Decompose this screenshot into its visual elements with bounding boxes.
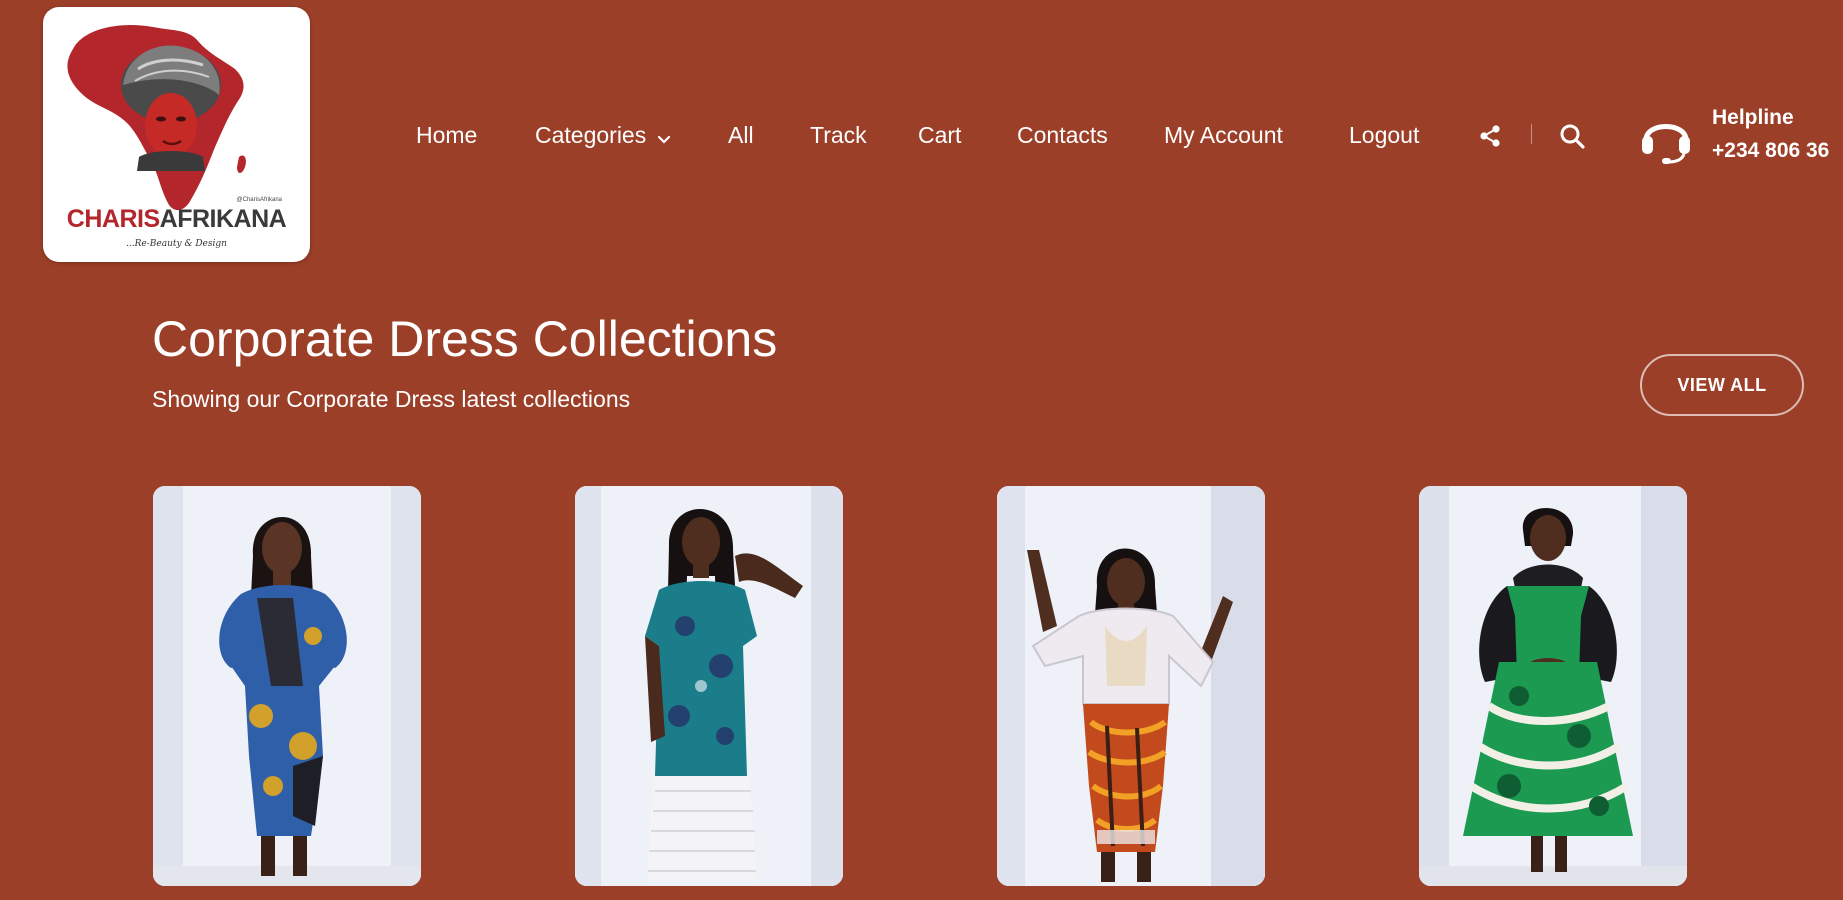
helpline-number[interactable]: +234 806 36 [1712, 139, 1829, 163]
logo-handle: @CharisAfrikana [236, 197, 282, 203]
nav-item-my-account[interactable]: My Account [1164, 112, 1283, 158]
logo-wordmark-afrikana: AFRIKANA [159, 205, 287, 233]
search-icon[interactable] [1558, 122, 1586, 150]
product-card[interactable] [997, 486, 1265, 886]
logo-wordmark-charis: CHARIS [66, 205, 160, 233]
nav-item-label: Categories [535, 122, 647, 148]
nav-item-label: Contacts [1017, 122, 1108, 148]
nav-item-categories[interactable]: Categories [535, 112, 671, 158]
main-navigation: Home Categories All Track Cart Contacts … [0, 112, 1843, 158]
share-icon[interactable] [1476, 122, 1504, 150]
nav-divider [1531, 124, 1532, 144]
logo-wordmark: CHARISAFRIKANA [43, 205, 310, 234]
model-blue-ankara-dress-image [153, 486, 421, 886]
nav-item-label: Home [416, 122, 478, 148]
product-card[interactable] [1419, 486, 1687, 886]
product-card[interactable] [575, 486, 843, 886]
nav-item-contacts[interactable]: Contacts [1017, 112, 1108, 158]
nav-item-logout[interactable]: Logout [1349, 112, 1419, 158]
model-teal-ankara-top-lace-skirt-image [575, 486, 843, 886]
section-title: Corporate Dress Collections [152, 311, 778, 367]
nav-item-label: My Account [1164, 122, 1283, 148]
product-card[interactable] [153, 486, 421, 886]
nav-item-label: Track [810, 122, 867, 148]
nav-item-label: Cart [918, 122, 962, 148]
nav-item-label: All [728, 122, 754, 148]
chevron-down-icon [657, 114, 671, 160]
nav-item-label: Logout [1349, 122, 1420, 148]
nav-item-track[interactable]: Track [810, 112, 867, 158]
nav-item-home[interactable]: Home [416, 112, 477, 158]
helpline-label: Helpline [1712, 106, 1794, 129]
nav-item-cart[interactable]: Cart [918, 112, 961, 158]
headset-icon[interactable] [1636, 106, 1696, 166]
section-subtitle: Showing our Corporate Dress latest colle… [152, 386, 631, 412]
nav-item-all[interactable]: All [728, 112, 754, 158]
model-sheer-blouse-orange-skirt-image [997, 486, 1265, 886]
logo-tagline: ...Re-Beauty & Design [126, 239, 227, 249]
model-green-ankara-flare-dress-image [1419, 486, 1687, 886]
view-all-button[interactable]: VIEW ALL [1640, 354, 1804, 416]
